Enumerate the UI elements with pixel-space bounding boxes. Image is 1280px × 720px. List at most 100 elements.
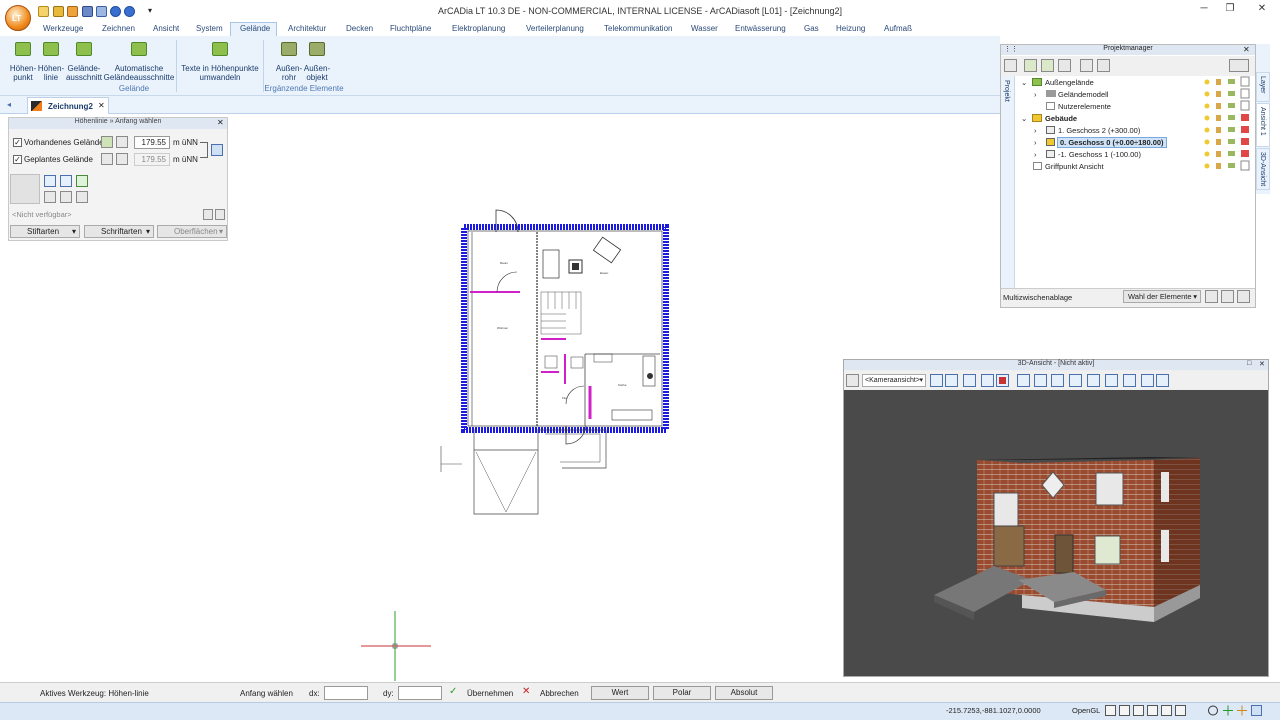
tree-expander-icon[interactable]: › (1034, 138, 1037, 147)
tree-expander-icon[interactable]: › (1034, 150, 1037, 159)
mode-diag1-icon[interactable] (44, 191, 56, 203)
3d-toolbar-buttons[interactable] (930, 374, 1170, 387)
maximize-icon[interactable]: ❐ (1222, 3, 1238, 17)
cancel-button[interactable]: ✕ Abbrechen (522, 686, 582, 700)
menu-telekommunikation[interactable]: Telekommunikation (604, 24, 672, 33)
side-tab-ansicht-1[interactable]: Ansicht 1 (1256, 103, 1270, 147)
element-selection-dropdown[interactable]: Wahl der Elemente ▾ (1123, 290, 1201, 303)
menu-fluchtplaene[interactable]: Fluchtpläne (390, 24, 431, 33)
mode-diag2-icon[interactable] (60, 191, 72, 203)
pm-tool-6-icon[interactable] (1097, 59, 1110, 72)
tree-expander-icon[interactable]: › (1034, 126, 1037, 135)
tab-close-icon[interactable]: ✕ (98, 101, 105, 110)
menu-entwaesserung[interactable]: Entwässerung (735, 24, 786, 33)
menu-zeichnen[interactable]: Zeichnen (102, 24, 135, 33)
app-logo[interactable]: LT (5, 5, 31, 31)
3d-viewport[interactable] (844, 390, 1268, 676)
tree-expander-icon[interactable]: › (1034, 90, 1037, 99)
grip-icon[interactable]: ⋮⋮ (1004, 45, 1018, 53)
mode-diag3-icon[interactable] (76, 191, 88, 203)
3d-close-icon[interactable]: ✕ (1259, 360, 1265, 368)
minimize-icon[interactable]: ─ (1196, 3, 1212, 17)
ribbon-hoehenlinie-button[interactable]: Höhen- linie (37, 42, 65, 82)
planned-terrain-input[interactable]: 179.55 (134, 153, 170, 166)
tree-item-gebaeude[interactable]: Gebäude (1045, 114, 1077, 123)
tree-item-gelaendemodell[interactable]: Geländemodell (1058, 90, 1108, 99)
close-icon[interactable]: ✕ (1254, 3, 1270, 17)
mode-point-icon[interactable] (44, 175, 56, 187)
options-icon[interactable] (203, 209, 213, 220)
clear-icon[interactable] (1237, 290, 1250, 303)
tree-item-griffpunkt[interactable]: Griffpunkt Ansicht (1045, 162, 1104, 171)
link-values-icon[interactable] (211, 144, 223, 156)
tree-item-nutzerelemente[interactable]: Nutzerelemente (1058, 102, 1111, 111)
dy-input[interactable] (398, 686, 442, 700)
menu-gas[interactable]: Gas (804, 24, 819, 33)
tree-expander-icon[interactable]: ⌄ (1021, 78, 1027, 87)
planned-terrain-checkbox[interactable]: ✓ (13, 155, 22, 164)
side-tab-3d-ansicht[interactable]: 3D-Ansicht (1256, 148, 1270, 190)
calc-terrain-icon[interactable] (116, 136, 128, 148)
menu-elektroplanung[interactable]: Elektroplanung (452, 24, 505, 33)
menu-heizung[interactable]: Heizung (836, 24, 865, 33)
menu-ansicht[interactable]: Ansicht (153, 24, 179, 33)
ribbon-aussenobjekt-button[interactable]: Außen- objekt (302, 42, 332, 82)
menu-aufmass[interactable]: Aufmaß (884, 24, 912, 33)
schriftarten-button[interactable]: Schriftarten ▾ (84, 225, 154, 238)
pm-tool-2-icon[interactable] (1024, 59, 1037, 72)
menu-wasser[interactable]: Wasser (691, 24, 718, 33)
tree-item-geschoss-2[interactable]: 1. Geschoss 2 (+300.00) (1058, 126, 1140, 135)
prompt-label: Anfang wählen (240, 689, 293, 698)
pm-tool-3-icon[interactable] (1041, 59, 1054, 72)
panel-close-icon[interactable]: ✕ (217, 118, 224, 127)
tree-item-geschoss-0[interactable]: 0. Geschoss 0 (+0.00÷180.00) (1057, 137, 1167, 148)
tree-item-geschoss-1[interactable]: -1. Geschoss 1 (-100.00) (1058, 150, 1141, 159)
oberflaechen-button[interactable]: Oberflächen ▾ (157, 225, 227, 238)
tree-expander-icon[interactable]: ⌄ (1021, 114, 1027, 123)
ribbon-texte-umwandeln-button[interactable]: Texte in Höhenpunkte umwandeln (179, 42, 261, 82)
pm-tool-5-icon[interactable] (1080, 59, 1093, 72)
pm-filter-icon[interactable] (1229, 59, 1249, 72)
menu-decken[interactable]: Decken (346, 24, 373, 33)
tab-scroll-left-icon[interactable]: ◂ (7, 100, 11, 109)
menu-werkzeuge[interactable]: Werkzeuge (43, 24, 83, 33)
stiftarten-button[interactable]: Stiftarten ▾ (10, 225, 80, 238)
paste-icon[interactable] (1221, 290, 1234, 303)
mode-absolut-button[interactable]: Absolut (715, 686, 773, 700)
mode-area-icon[interactable] (76, 175, 88, 187)
menu-verteilerplanung[interactable]: Verteilerplanung (526, 24, 584, 33)
mode-polar-button[interactable]: Polar (653, 686, 711, 700)
ribbon-gelaendeausschnitt-button[interactable]: Gelände- ausschnitt (64, 42, 104, 82)
existing-terrain-input[interactable]: 179.55 (134, 136, 170, 149)
pm-close-icon[interactable]: ✕ (1243, 45, 1250, 54)
pm-tool-1-icon[interactable] (1004, 59, 1017, 72)
tab-zeichnung2[interactable]: Zeichnung2 ✕ (27, 97, 109, 114)
options2-icon[interactable] (215, 209, 225, 220)
side-tab-layer[interactable]: Layer (1256, 72, 1270, 102)
menu-architektur[interactable]: Architektur (288, 24, 326, 33)
project-side-tab[interactable]: Projekt (1001, 76, 1015, 288)
ribbon-hoehenpunkt-button[interactable]: Höhen- punkt (8, 42, 38, 82)
existing-terrain-checkbox[interactable]: ✓ (13, 138, 22, 147)
copy-icon[interactable] (1205, 290, 1218, 303)
camera-icon[interactable] (846, 374, 859, 387)
pm-tool-4-icon[interactable] (1058, 59, 1071, 72)
3d-restore-icon[interactable]: □ (1247, 360, 1251, 367)
layer-visibility-columns[interactable] (1203, 76, 1251, 174)
bottom-toggle-icons[interactable] (1105, 704, 1275, 717)
dx-input[interactable] (324, 686, 368, 700)
menu-system[interactable]: System (196, 24, 223, 33)
accept-button[interactable]: ✓ Übernehmen (449, 686, 513, 700)
ribbon-aussenrohr-button[interactable]: Außen- rohr (274, 42, 304, 82)
schriftarten-label: Schriftarten (101, 227, 142, 236)
calc-planned-icon[interactable] (116, 153, 128, 165)
camera-view-dropdown[interactable]: <Kameraansicht> ▾ (862, 374, 926, 387)
tree-item-aussengelaende[interactable]: Außengelände (1045, 78, 1094, 87)
pick-terrain-icon[interactable] (101, 136, 113, 148)
mode-wert-button[interactable]: Wert (591, 686, 649, 700)
pick-planned-icon[interactable] (101, 153, 113, 165)
mode-line-icon[interactable] (60, 175, 72, 187)
side-tab-ansicht-label: Ansicht 1 (1259, 107, 1266, 136)
menu-gelaende[interactable]: Gelände (240, 24, 270, 33)
ribbon-auto-gelaendeausschnitte-button[interactable]: Automatische Geländeausschnitte (103, 42, 175, 82)
